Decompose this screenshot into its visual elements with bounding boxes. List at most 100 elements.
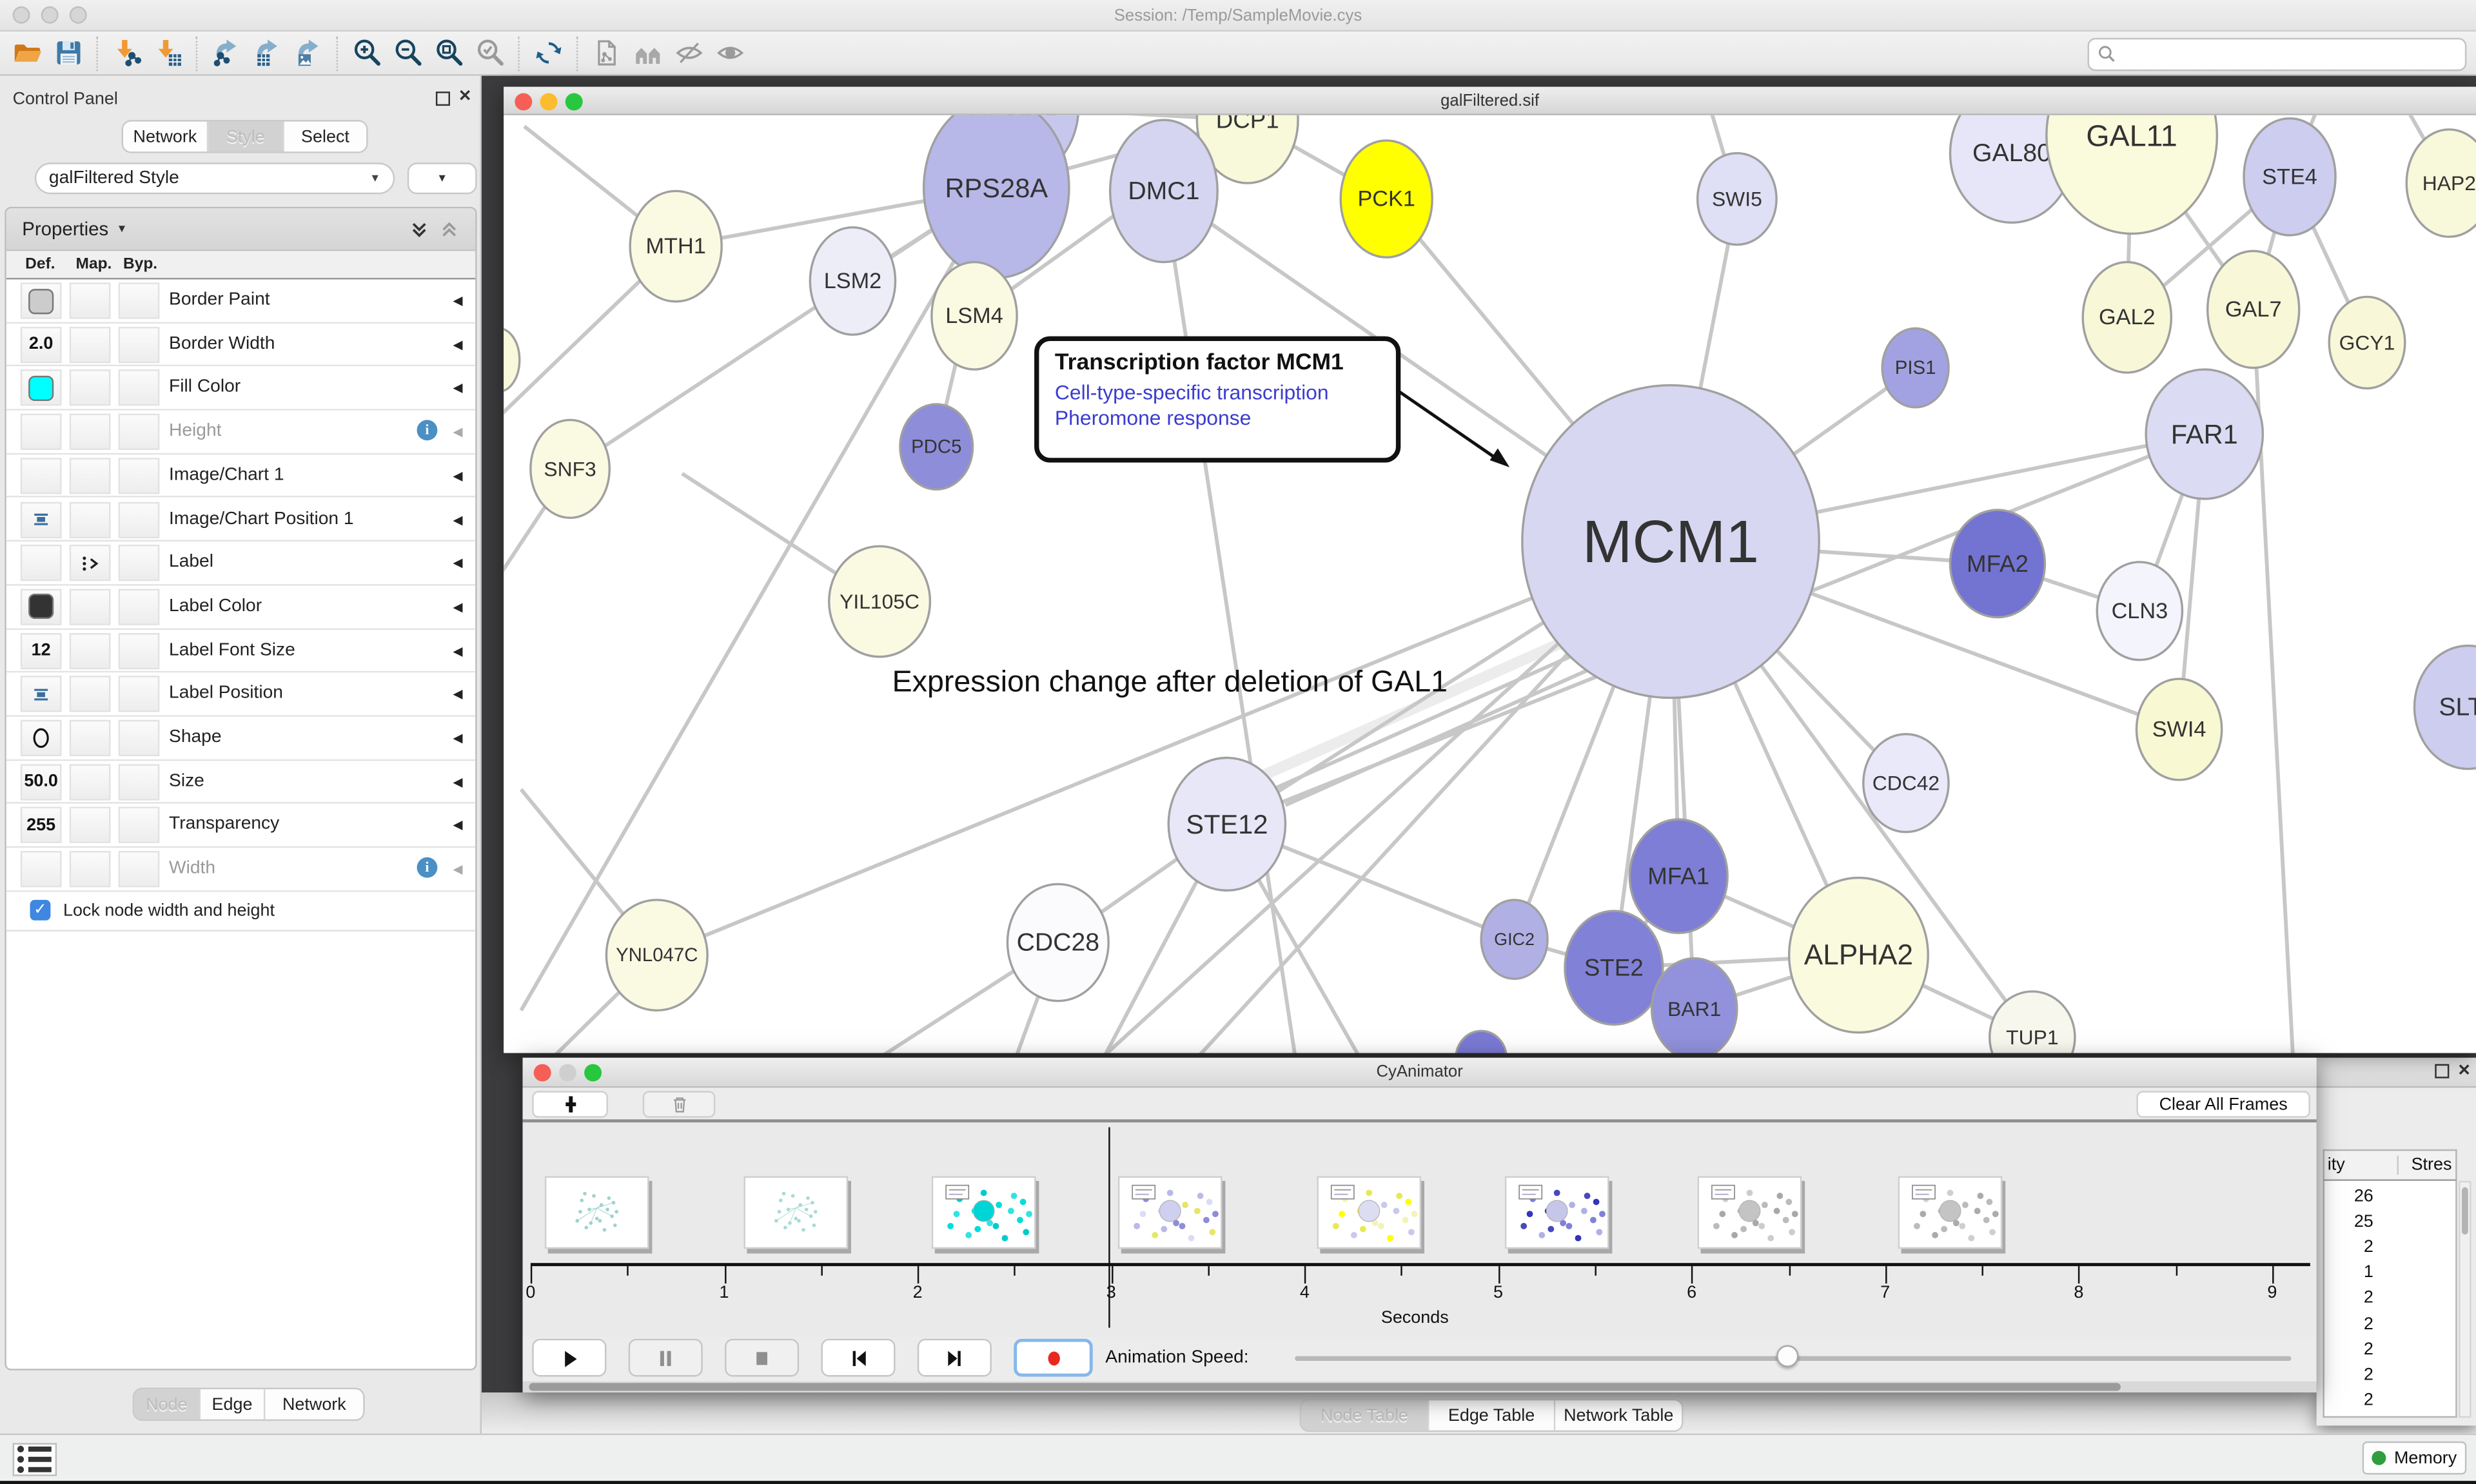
open-session-button[interactable] xyxy=(6,34,48,72)
network-edge[interactable] xyxy=(1260,632,1587,777)
results-cell[interactable]: 2 xyxy=(2323,1238,2373,1256)
record-button[interactable] xyxy=(1014,1339,1092,1377)
bypass-value-cell[interactable] xyxy=(119,282,160,318)
float-panel-icon[interactable] xyxy=(2435,1064,2449,1079)
mapping-value-cell[interactable] xyxy=(70,458,111,494)
network-node-dmc1[interactable]: DMC1 xyxy=(1110,120,1218,262)
tab-network[interactable]: Network xyxy=(265,1389,363,1420)
network-node-cdc28[interactable]: CDC28 xyxy=(1007,884,1108,1001)
zoom-selected-button[interactable] xyxy=(469,34,510,72)
expand-row-icon[interactable]: ◀ xyxy=(453,687,462,701)
expand-row-icon[interactable]: ◀ xyxy=(453,425,462,439)
expand-row-icon[interactable]: ◀ xyxy=(453,600,462,614)
add-frame-button[interactable] xyxy=(532,1091,608,1118)
network-window-titlebar[interactable]: galFiltered.sif xyxy=(504,87,2476,115)
tab-network[interactable]: Network xyxy=(123,122,208,152)
cyanimator-hscrollbar[interactable] xyxy=(523,1381,2317,1392)
mapping-value-cell[interactable] xyxy=(70,676,111,712)
network-edge[interactable] xyxy=(657,542,1671,955)
network-node-ste2[interactable]: STE2 xyxy=(1565,911,1663,1024)
property-row-image-chart-position-1[interactable]: Image/Chart Position 1◀ xyxy=(6,498,475,542)
collapse-all-icon[interactable] xyxy=(439,219,460,239)
expand-all-icon[interactable] xyxy=(409,219,429,239)
search-field[interactable] xyxy=(2088,37,2467,70)
network-node-alpha2[interactable]: ALPHA2 xyxy=(1789,878,1929,1033)
results-cell[interactable]: 2 xyxy=(2323,1391,2373,1409)
results-cell[interactable]: 25 xyxy=(2323,1213,2373,1231)
import-table-button[interactable] xyxy=(147,34,188,72)
annotation-link[interactable]: Cell-type-specific transcription xyxy=(1055,380,1380,404)
default-value-cell[interactable] xyxy=(21,414,62,450)
copy-network-button[interactable] xyxy=(586,34,627,72)
export-network-button[interactable] xyxy=(205,34,246,72)
default-value-cell[interactable] xyxy=(21,282,62,318)
default-value-cell[interactable] xyxy=(21,589,62,625)
column-header[interactable]: ity xyxy=(2328,1156,2345,1175)
network-node-gal11[interactable]: GAL11 xyxy=(2047,115,2217,234)
network-node-cln3[interactable]: CLN3 xyxy=(2097,562,2182,660)
clear-all-frames-button[interactable]: Clear All Frames xyxy=(2136,1091,2310,1118)
network-node-lsm4[interactable]: LSM4 xyxy=(932,262,1017,370)
bypass-value-cell[interactable] xyxy=(119,326,160,362)
merge-networks-button[interactable] xyxy=(627,34,668,72)
timeline-frame-5[interactable] xyxy=(1317,1176,1421,1249)
property-row-shape[interactable]: Shape◀ xyxy=(6,717,475,761)
go-to-start-button[interactable] xyxy=(821,1339,895,1377)
export-table-button[interactable] xyxy=(246,34,288,72)
network-node-mfa1[interactable]: MFA1 xyxy=(1629,819,1727,933)
bypass-value-cell[interactable] xyxy=(119,502,160,538)
mapping-value-cell[interactable] xyxy=(70,282,111,318)
property-row-border-width[interactable]: 2.0Border Width◀ xyxy=(6,323,475,367)
timeline-frame-7[interactable] xyxy=(1698,1176,1802,1249)
property-row-height[interactable]: Heighti◀ xyxy=(6,411,475,454)
network-node-mfa2[interactable]: MFA2 xyxy=(1950,510,2045,618)
mapping-value-cell[interactable] xyxy=(70,326,111,362)
properties-header[interactable]: Properties ▼ xyxy=(6,208,475,251)
mapping-value-cell[interactable] xyxy=(70,589,111,625)
column-header[interactable]: Stres xyxy=(2397,1156,2452,1175)
property-row-transparency[interactable]: 255Transparency◀ xyxy=(6,804,475,848)
network-node-ste12[interactable]: STE12 xyxy=(1168,758,1285,891)
style-options-button[interactable]: ▼ xyxy=(408,162,477,194)
zoom-fit-button[interactable] xyxy=(428,34,469,72)
animation-speed-thumb[interactable] xyxy=(1776,1345,1798,1367)
property-row-label-font-size[interactable]: 12Label Font Size◀ xyxy=(6,629,475,673)
network-node-far1[interactable]: FAR1 xyxy=(2146,369,2263,499)
bypass-value-cell[interactable] xyxy=(119,851,160,887)
network-node-yil105c[interactable]: YIL105C xyxy=(829,546,930,656)
network-node-partial[interactable] xyxy=(1456,1031,1506,1053)
network-node-hap2[interactable]: HAP2 xyxy=(2406,130,2476,237)
network-node-gcy1[interactable]: GCY1 xyxy=(2329,297,2405,388)
search-input[interactable] xyxy=(2116,40,2465,67)
refresh-button[interactable] xyxy=(527,34,569,72)
bypass-value-cell[interactable] xyxy=(119,545,160,581)
style-selector-dropdown[interactable]: galFiltered Style ▼ xyxy=(35,162,395,194)
network-node-partial[interactable] xyxy=(504,328,519,391)
property-row-width[interactable]: Widthi◀ xyxy=(6,848,475,892)
default-value-cell[interactable] xyxy=(21,545,62,581)
timeline-frame-3[interactable] xyxy=(932,1176,1036,1249)
network-node-gal7[interactable]: GAL7 xyxy=(2208,251,2299,367)
default-value-cell[interactable] xyxy=(21,720,62,756)
default-value-cell[interactable]: 2.0 xyxy=(21,326,62,362)
bypass-value-cell[interactable] xyxy=(119,589,160,625)
expand-row-icon[interactable]: ◀ xyxy=(453,337,462,351)
save-session-button[interactable] xyxy=(47,34,88,72)
property-row-label-color[interactable]: Label Color◀ xyxy=(6,585,475,629)
float-panel-icon[interactable] xyxy=(436,92,450,106)
annotation-box[interactable]: Transcription factor MCM1 Cell-type-spec… xyxy=(1034,337,1400,463)
network-node-swi4[interactable]: SWI4 xyxy=(2136,679,2221,780)
expand-row-icon[interactable]: ◀ xyxy=(453,862,462,876)
network-node-rps28a[interactable]: RPS28A xyxy=(924,115,1069,278)
expand-row-icon[interactable]: ◀ xyxy=(453,513,462,527)
memory-button[interactable]: Memory xyxy=(2363,1441,2467,1474)
default-value-cell[interactable] xyxy=(21,502,62,538)
network-edge[interactable] xyxy=(1164,191,1295,1053)
property-row-image-chart-1[interactable]: Image/Chart 1◀ xyxy=(6,454,475,498)
timeline-frame-4[interactable] xyxy=(1118,1176,1223,1249)
network-node-pck1[interactable]: PCK1 xyxy=(1341,141,1432,257)
default-value-cell[interactable] xyxy=(21,851,62,887)
hide-details-button[interactable] xyxy=(668,34,709,72)
close-panel-icon[interactable]: ✕ xyxy=(2457,1064,2471,1079)
play-button[interactable] xyxy=(532,1339,606,1377)
